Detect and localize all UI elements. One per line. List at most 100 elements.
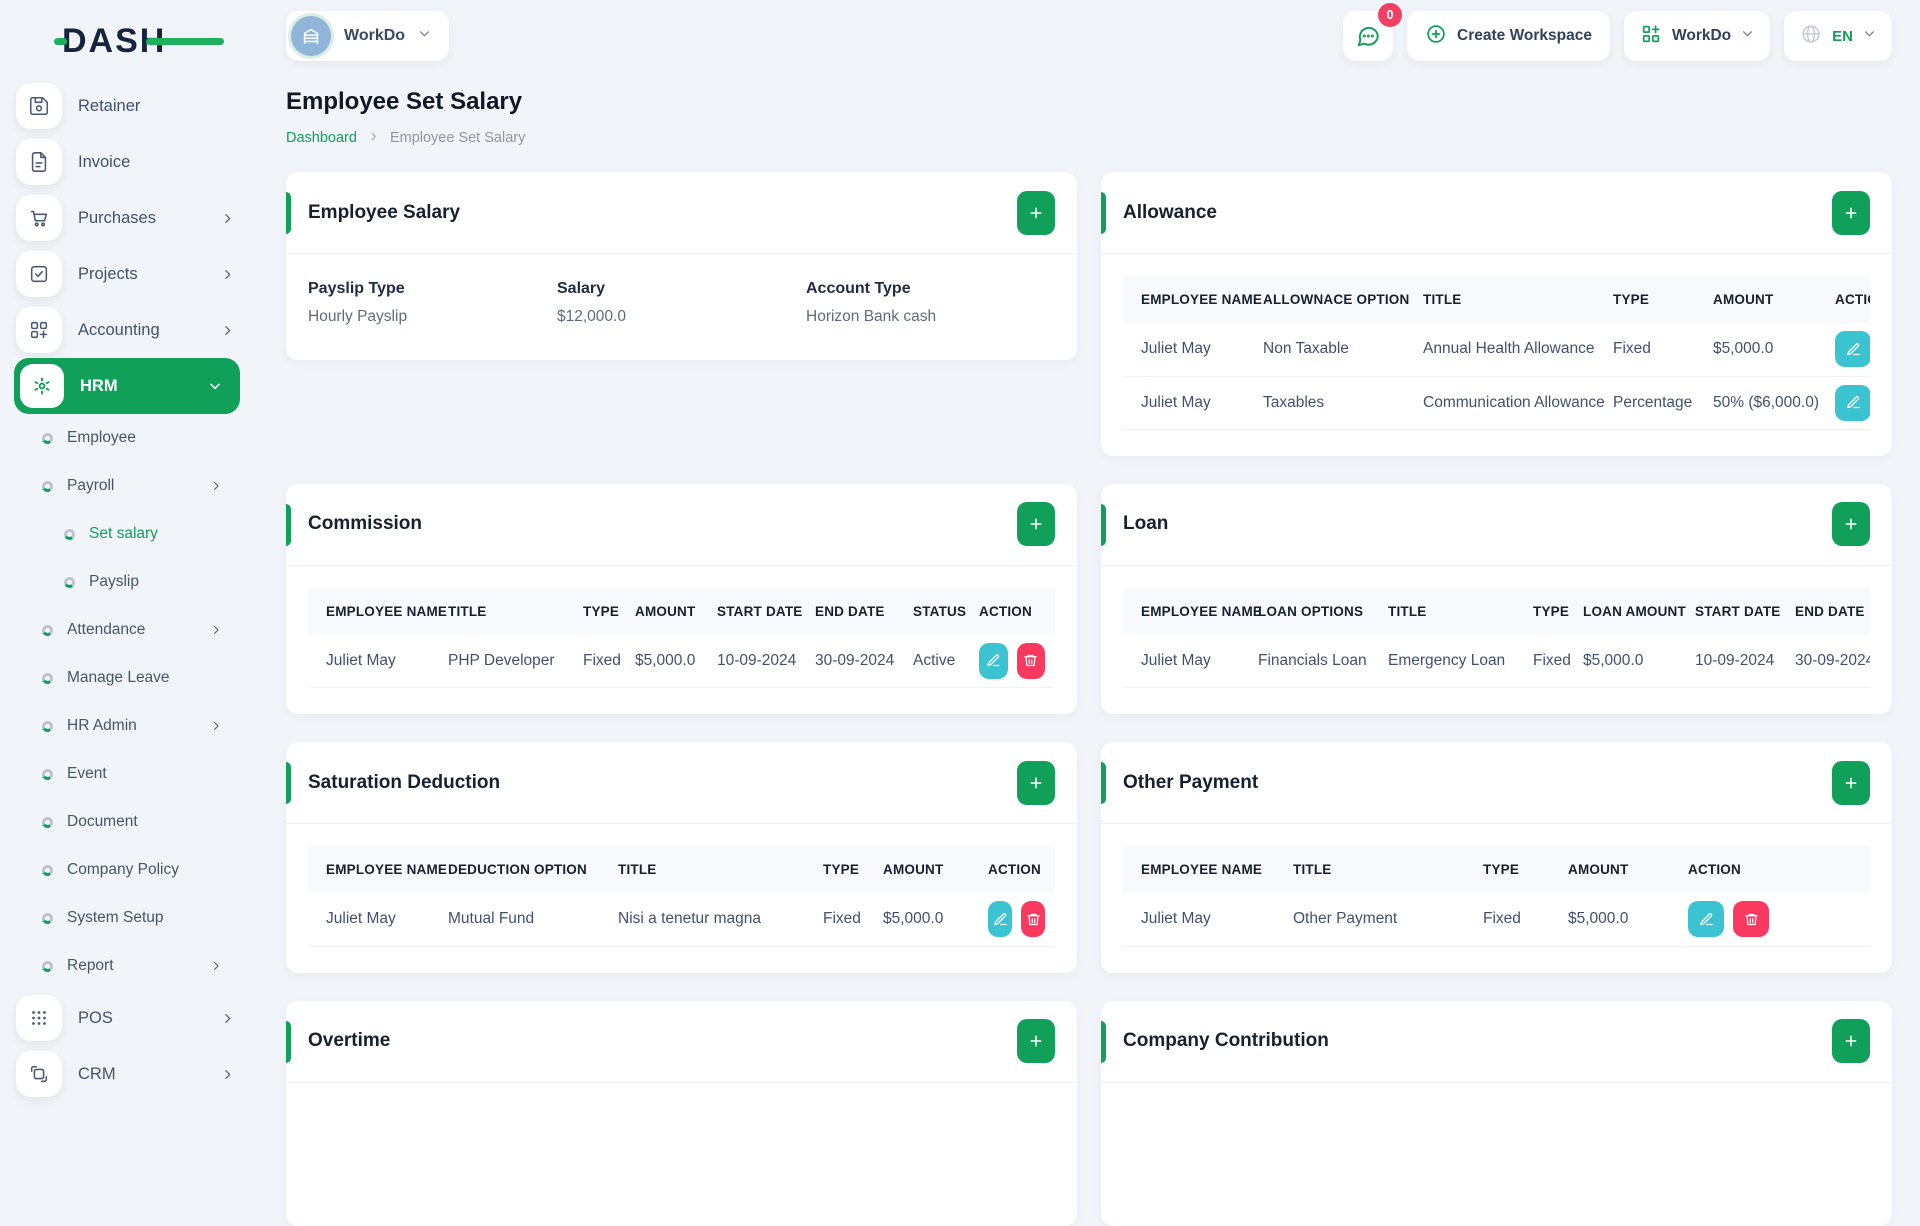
sidebar-item-label: POS [78, 1009, 113, 1028]
sidebar-item-label: Manage Leave [67, 669, 170, 687]
edit-button[interactable] [1835, 331, 1870, 367]
delete-button[interactable] [1021, 901, 1045, 937]
topbar: WorkDo 0 Create Workspace WorkDo [258, 0, 1920, 72]
sidebar-item-label: Projects [78, 265, 138, 284]
add-commission-button[interactable] [1017, 502, 1055, 546]
workspace-switcher[interactable]: WorkDo [286, 11, 449, 61]
table-header-row: EMPLOYEE NAME TITLE TYPE AMOUNT START DA… [308, 588, 1055, 635]
edit-button[interactable] [1688, 901, 1724, 937]
cell: $5,000.0 [1558, 893, 1678, 946]
sidebar-item-pos[interactable]: POS [0, 990, 258, 1046]
employee-salary-card: Employee Salary Payslip Type Hourly Pays… [286, 172, 1077, 360]
check-square-icon [16, 251, 62, 297]
sidebar-item-report[interactable]: Report [0, 942, 258, 990]
cell: Mutual Fund [438, 893, 608, 946]
sidebar-item-hr-admin[interactable]: HR Admin [0, 702, 258, 750]
cell: Percentage [1603, 376, 1703, 429]
pencil-icon [986, 653, 1001, 668]
sidebar-item-payroll[interactable]: Payroll [0, 462, 258, 510]
save-icon [16, 83, 62, 129]
invoice-icon [16, 139, 62, 185]
messages-button[interactable]: 0 [1343, 11, 1393, 61]
sidebar-item-label: Payroll [67, 477, 114, 495]
sidebar-item-system-setup[interactable]: System Setup [0, 894, 258, 942]
add-other-payment-button[interactable] [1832, 761, 1870, 805]
bullet-icon [42, 817, 53, 828]
sidebar-item-purchases[interactable]: Purchases [0, 190, 258, 246]
trash-icon [1023, 653, 1038, 668]
create-workspace-button[interactable]: Create Workspace [1407, 11, 1610, 61]
cell: Financials Loan [1248, 635, 1378, 688]
field-value: Hourly Payslip [308, 308, 557, 326]
globe-icon [1800, 23, 1822, 50]
cell: Fixed [1603, 323, 1703, 376]
sidebar-item-hrm[interactable]: HRM [14, 358, 240, 414]
chevron-down-icon [418, 27, 431, 45]
sidebar-item-event[interactable]: Event [0, 750, 258, 798]
card-title: Saturation Deduction [308, 772, 500, 794]
add-allowance-button[interactable] [1832, 191, 1870, 235]
edit-button[interactable] [1835, 385, 1870, 421]
sidebar-item-set-salary[interactable]: Set salary [0, 510, 258, 558]
sidebar-item-label: Payslip [89, 573, 139, 591]
edit-button[interactable] [988, 901, 1012, 937]
bullet-icon [42, 673, 53, 684]
pos-grid-icon [16, 995, 62, 1041]
column-header: START DATE [707, 588, 805, 635]
card-title: Loan [1123, 513, 1168, 535]
column-header: AMOUNT [1558, 846, 1678, 893]
sidebar-item-retainer[interactable]: Retainer [0, 78, 258, 134]
sidebar-item-accounting[interactable]: Accounting [0, 302, 258, 358]
column-header: TYPE [573, 588, 625, 635]
sidebar-item-label: Company Policy [67, 861, 179, 879]
edit-button[interactable] [979, 643, 1008, 679]
table-row: Juliet May Taxables Communication Allowa… [1123, 376, 1870, 429]
pencil-icon [1846, 395, 1861, 410]
cell: Juliet May [1123, 893, 1283, 946]
plus-icon [1028, 516, 1044, 532]
sidebar-item-crm[interactable]: CRM [0, 1046, 258, 1102]
bullet-icon [42, 433, 53, 444]
column-header: ACTION [1825, 276, 1870, 323]
add-saturation-deduction-button[interactable] [1017, 761, 1055, 805]
sidebar-item-projects[interactable]: Projects [0, 246, 258, 302]
cell: Communication Allowance [1413, 376, 1603, 429]
column-header: LOAN OPTIONS [1248, 588, 1378, 635]
sidebar-item-invoice[interactable]: Invoice [0, 134, 258, 190]
sidebar-item-document[interactable]: Document [0, 798, 258, 846]
add-company-contribution-button[interactable] [1832, 1019, 1870, 1063]
chevron-right-icon [210, 480, 222, 492]
workdo-menu-label: WorkDo [1672, 27, 1731, 45]
sidebar-item-label: HR Admin [67, 717, 137, 735]
sidebar-item-employee[interactable]: Employee [0, 414, 258, 462]
add-loan-button[interactable] [1832, 502, 1870, 546]
overtime-card: Overtime [286, 1001, 1077, 1226]
breadcrumb-dashboard-link[interactable]: Dashboard [286, 130, 357, 146]
cell: Juliet May [1123, 323, 1253, 376]
sidebar-item-company-policy[interactable]: Company Policy [0, 846, 258, 894]
cell: 50% ($6,000.0) [1703, 376, 1825, 429]
chevron-right-icon [221, 268, 234, 281]
chevron-right-icon [221, 324, 234, 337]
column-header: EMPLOYEE NAME [308, 588, 438, 635]
add-employee-salary-button[interactable] [1017, 191, 1055, 235]
create-workspace-label: Create Workspace [1457, 27, 1592, 45]
workdo-apps-menu[interactable]: WorkDo [1624, 11, 1770, 61]
pencil-icon [1846, 342, 1861, 357]
chevron-right-icon [210, 720, 222, 732]
cell: $5,000.0 [1703, 323, 1825, 376]
brand-logo[interactable]: DASH [62, 22, 166, 60]
add-overtime-button[interactable] [1017, 1019, 1055, 1063]
column-header: TITLE [438, 588, 573, 635]
language-selector[interactable]: EN [1784, 11, 1892, 61]
sidebar-item-manage-leave[interactable]: Manage Leave [0, 654, 258, 702]
trash-icon [1744, 912, 1759, 927]
bullet-icon [42, 769, 53, 780]
delete-button[interactable] [1733, 901, 1769, 937]
sidebar-item-payslip[interactable]: Payslip [0, 558, 258, 606]
column-header: TYPE [813, 846, 873, 893]
delete-button[interactable] [1017, 643, 1046, 679]
cell: Fixed [813, 893, 873, 946]
sidebar-item-attendance[interactable]: Attendance [0, 606, 258, 654]
table-header-row: EMPLOYEE NAME TITLE TYPE AMOUNT ACTION [1123, 846, 1870, 893]
